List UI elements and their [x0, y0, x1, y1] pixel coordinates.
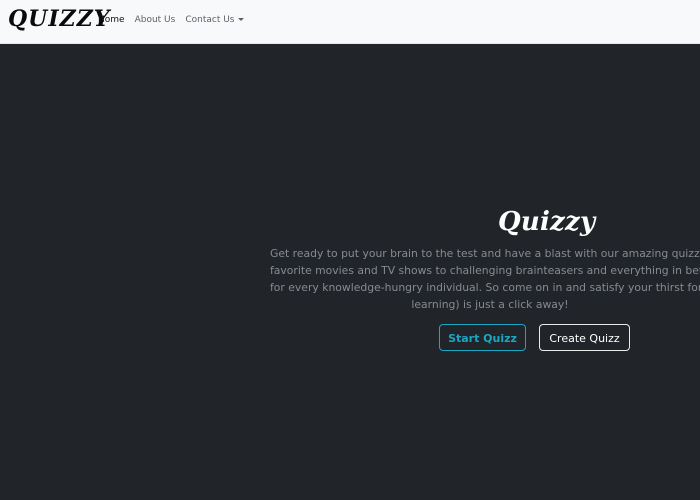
top-navbar: QUIZZY Home About Us Contact Us	[0, 0, 700, 44]
start-quizz-button[interactable]: Start Quizz	[439, 324, 526, 351]
create-quizz-button[interactable]: Create Quizz	[539, 324, 630, 351]
nav-contact-us[interactable]: Contact Us	[185, 15, 245, 25]
hero-description-line: for every knowledge-hungry individual. S…	[270, 281, 700, 294]
hero-section: Quizzy Get ready to put your brain to th…	[0, 44, 700, 500]
nav-home[interactable]: Home	[98, 15, 125, 25]
nav-links: Home About Us Contact Us	[98, 15, 245, 25]
hero-description-line: favorite movies and TV shows to challeng…	[270, 264, 700, 277]
chevron-down-icon	[238, 18, 245, 21]
hero-description: Get ready to put your brain to the test …	[270, 245, 700, 313]
nav-about-us[interactable]: About Us	[135, 15, 176, 25]
brand-logo[interactable]: QUIZZY	[8, 6, 110, 32]
hero-description-line: learning) is just a click away!	[411, 298, 569, 311]
hero-title: Quizzy	[498, 207, 596, 237]
nav-contact-us-label: Contact Us	[185, 15, 235, 25]
hero-description-line: Get ready to put your brain to the test …	[270, 247, 700, 260]
